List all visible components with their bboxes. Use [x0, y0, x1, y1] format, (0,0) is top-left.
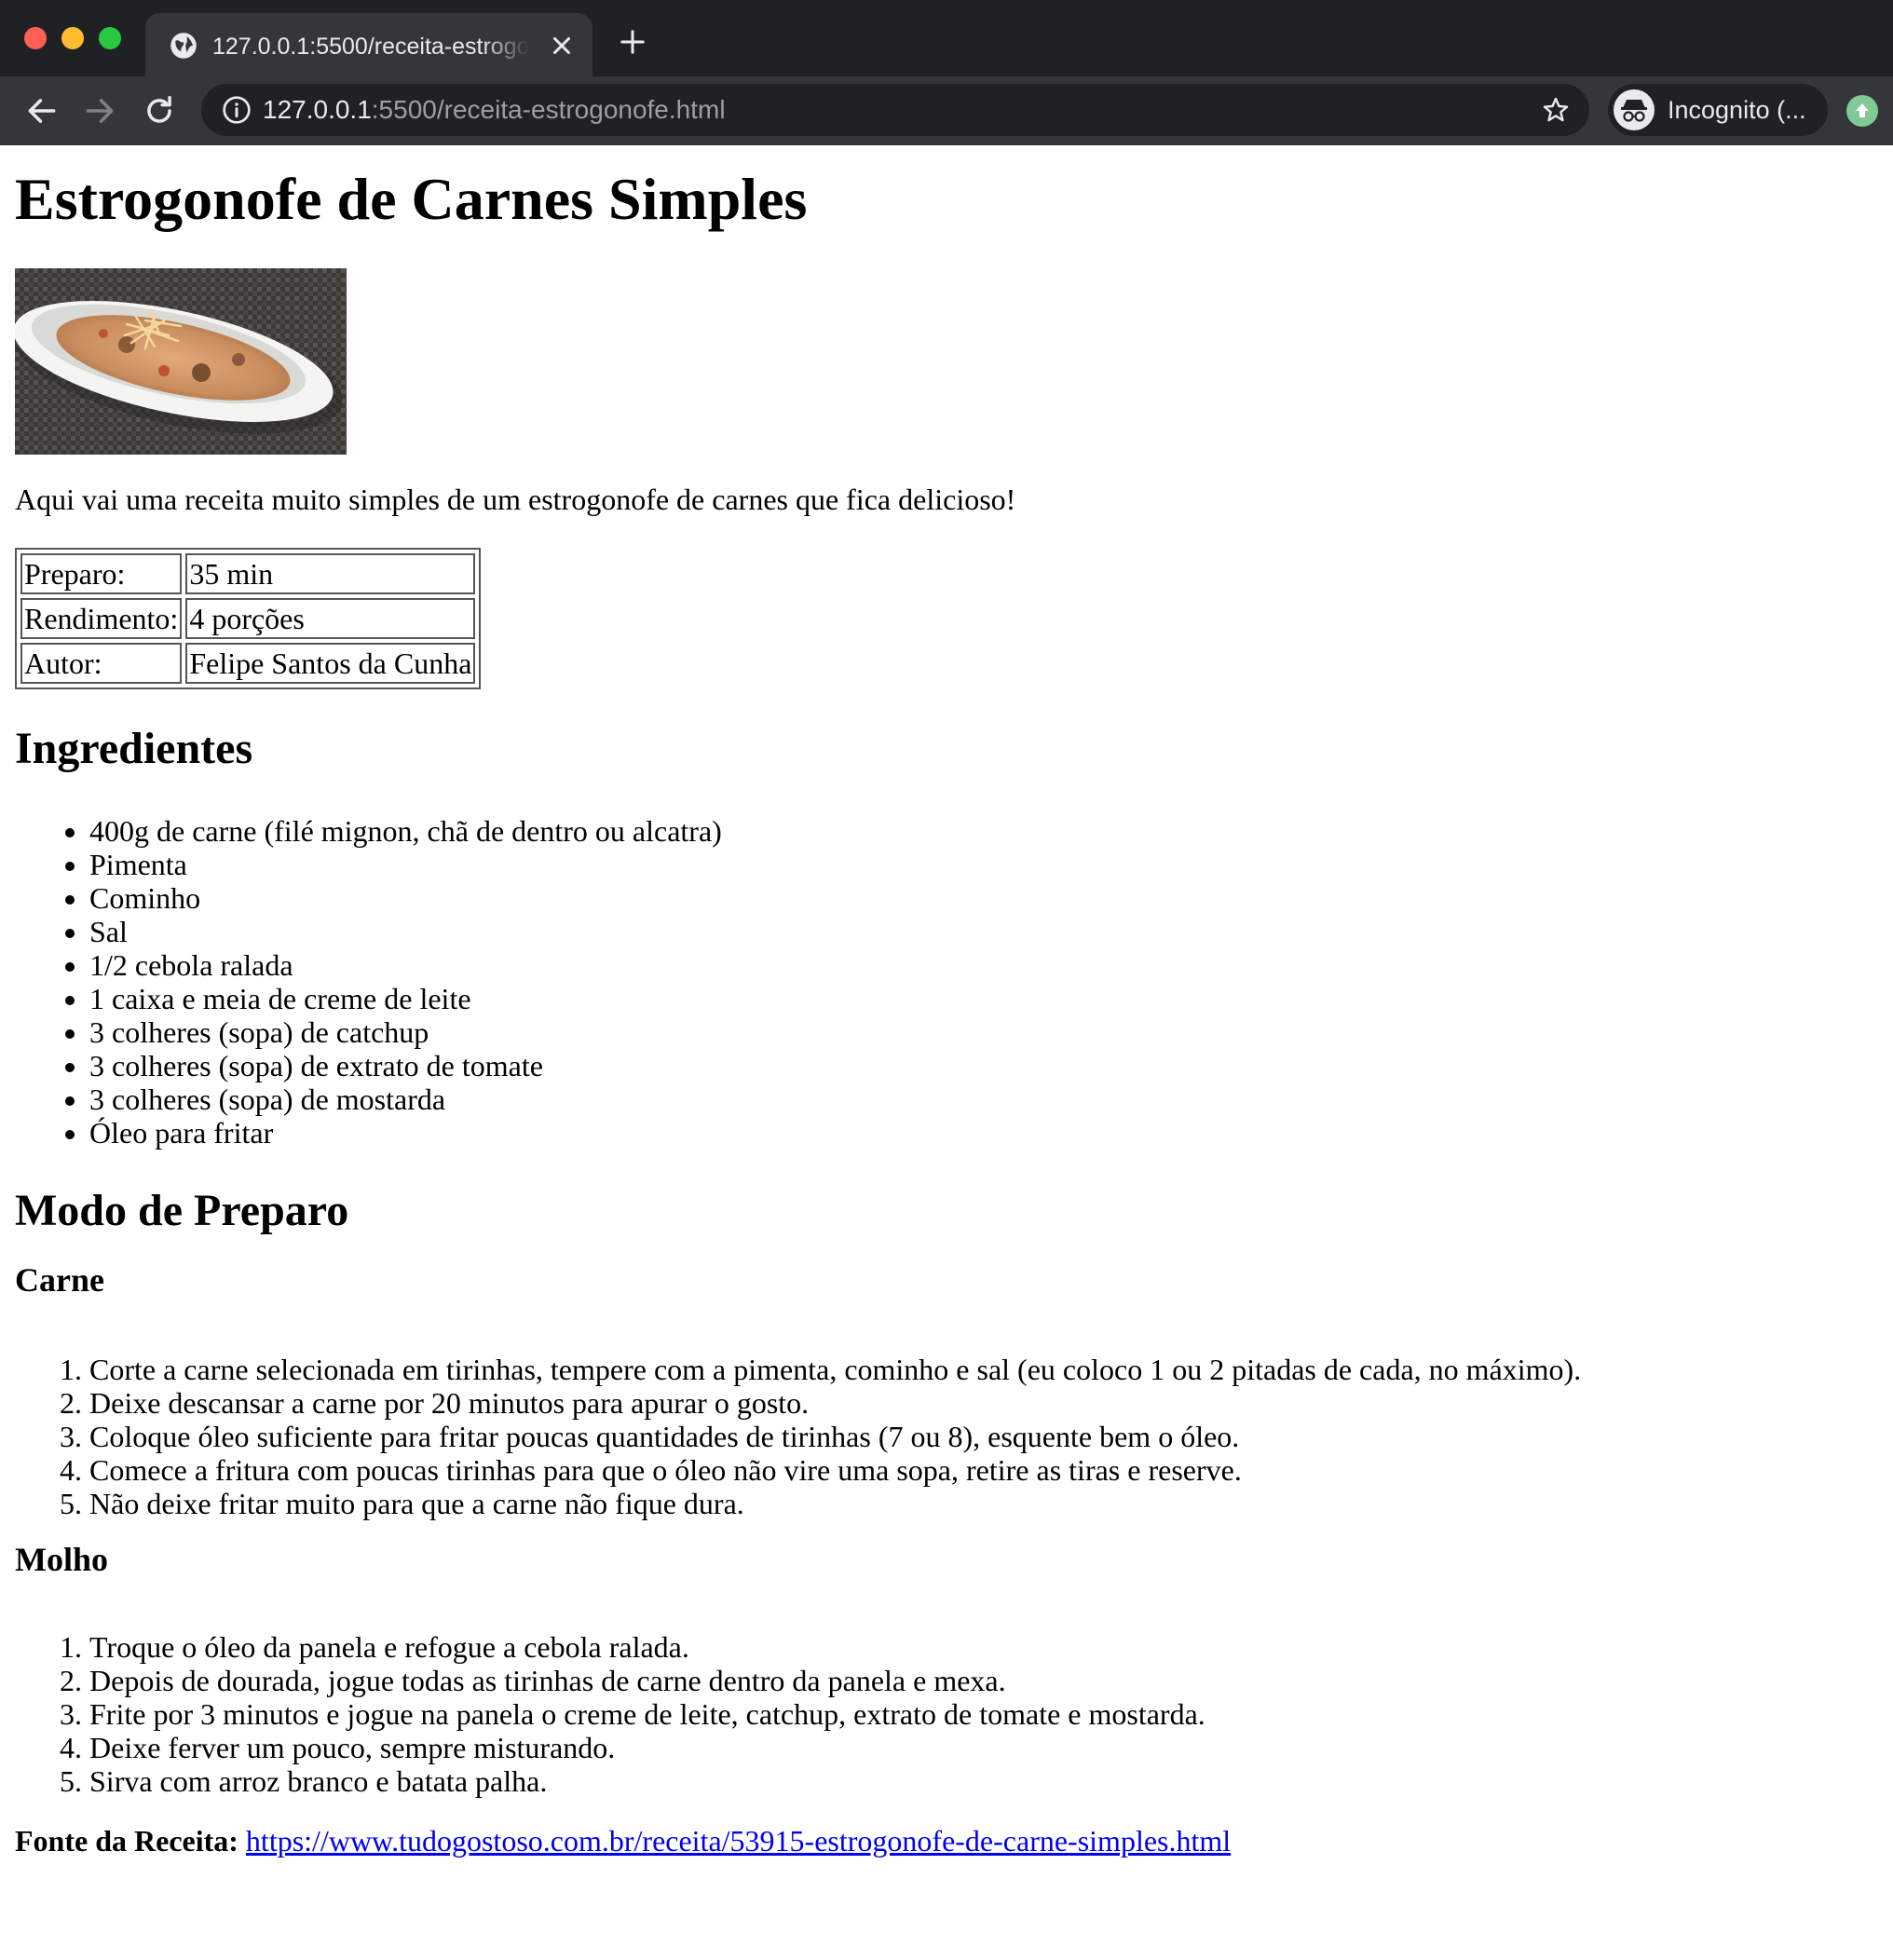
method-heading: Modo de Preparo	[15, 1186, 349, 1235]
list-item: Coloque óleo suficiente para fritar pouc…	[89, 1420, 1581, 1453]
ingredients-heading: Ingredientes	[15, 724, 253, 773]
info-value-preparo: 35 min	[185, 553, 476, 594]
list-item: Comece a fritura com poucas tirinhas par…	[89, 1453, 1581, 1487]
sauce-heading: Molho	[15, 1541, 109, 1578]
list-item: Deixe ferver um pouco, sempre misturando…	[89, 1731, 1205, 1764]
address-bar[interactable]: 127.0.0.1:5500/receita-estrogonofe.html	[201, 84, 1589, 136]
list-item: Corte a carne selecionada em tirinhas, t…	[89, 1353, 1581, 1386]
toolbar: 127.0.0.1:5500/receita-estrogonofe.html …	[0, 76, 1893, 145]
source-link[interactable]: https://www.tudogostoso.com.br/receita/5…	[246, 1824, 1231, 1858]
info-value-autor: Felipe Santos da Cunha	[185, 643, 476, 684]
info-label-rendimento: Rendimento:	[20, 598, 183, 639]
reload-icon[interactable]	[142, 93, 177, 129]
new-tab-icon[interactable]	[619, 28, 647, 56]
list-item: 3 colheres (sopa) de catchup	[89, 1015, 722, 1049]
list-item: Deixe descansar a carne por 20 minutos p…	[89, 1386, 1581, 1420]
incognito-icon	[1614, 89, 1655, 130]
list-item: 1 caixa e meia de creme de leite	[89, 982, 722, 1015]
recipe-info-table: Preparo: 35 min Rendimento: 4 porções Au…	[15, 548, 482, 689]
table-row: Autor: Felipe Santos da Cunha	[20, 643, 476, 684]
list-item: Óleo para fritar	[89, 1116, 722, 1150]
close-window-button[interactable]	[24, 27, 47, 49]
tab-bar: 127.0.0.1:5500/receita-estrogonofe.html	[0, 0, 1893, 76]
url-path: :5500/receita-estrogonofe.html	[371, 95, 726, 124]
sauce-steps-list: Troque o óleo da panela e refogue a cebo…	[15, 1630, 1205, 1798]
back-arrow-icon[interactable]	[24, 93, 60, 129]
url-host: 127.0.0.1	[263, 95, 372, 124]
source-label: Fonte da Receita:	[15, 1824, 238, 1858]
maximize-window-button[interactable]	[99, 27, 121, 49]
url-text: 127.0.0.1:5500/receita-estrogonofe.html	[263, 93, 726, 127]
list-item: Sirva com arroz branco e batata palha.	[89, 1764, 1205, 1798]
info-label-preparo: Preparo:	[20, 553, 183, 594]
recipe-photo	[15, 268, 347, 455]
list-item: Frite por 3 minutos e jogue na panela o …	[89, 1697, 1205, 1731]
list-item: 400g de carne (filé mignon, chã de dentr…	[89, 814, 722, 848]
list-item: Cominho	[89, 881, 722, 915]
list-item: Pimenta	[89, 848, 722, 881]
close-icon[interactable]	[548, 32, 576, 60]
globe-icon	[170, 33, 197, 59]
table-row: Rendimento: 4 porções	[20, 598, 476, 639]
list-item: 1/2 cebola ralada	[89, 948, 722, 982]
meat-heading: Carne	[15, 1261, 104, 1299]
info-icon[interactable]	[222, 95, 252, 125]
browser-tab[interactable]: 127.0.0.1:5500/receita-estrogonofe.html	[145, 13, 592, 76]
minimize-window-button[interactable]	[61, 27, 84, 49]
meat-steps-list: Corte a carne selecionada em tirinhas, t…	[15, 1353, 1581, 1520]
tab-title: 127.0.0.1:5500/receita-estrogonofe.html	[212, 34, 529, 60]
list-item: 3 colheres (sopa) de extrato de tomate	[89, 1049, 722, 1082]
table-row: Preparo: 35 min	[20, 553, 476, 594]
page-title: Estrogonofe de Carnes Simples	[15, 166, 808, 232]
forward-arrow-icon[interactable]	[82, 93, 117, 129]
incognito-label: Incognito (...	[1668, 96, 1806, 124]
recipe-intro: Aqui vai uma receita muito simples de um…	[15, 483, 1016, 516]
info-label-autor: Autor:	[20, 643, 183, 684]
update-arrow-icon[interactable]	[1846, 95, 1878, 127]
info-value-rendimento: 4 porções	[185, 598, 476, 639]
ingredients-list: 400g de carne (filé mignon, chã de dentr…	[15, 814, 722, 1150]
list-item: Depois de dourada, jogue todas as tirinh…	[89, 1664, 1205, 1697]
list-item: Sal	[89, 915, 722, 948]
list-item: Não deixe fritar muito para que a carne …	[89, 1487, 1581, 1520]
list-item: Troque o óleo da panela e refogue a cebo…	[89, 1630, 1205, 1664]
browser-chrome: 127.0.0.1:5500/receita-estrogonofe.html	[0, 0, 1893, 145]
list-item: 3 colheres (sopa) de mostarda	[89, 1082, 722, 1116]
incognito-profile-button[interactable]: Incognito (...	[1608, 84, 1828, 136]
bookmark-star-icon[interactable]	[1541, 95, 1571, 125]
recipe-source: Fonte da Receita: https://www.tudogostos…	[15, 1822, 1231, 1859]
